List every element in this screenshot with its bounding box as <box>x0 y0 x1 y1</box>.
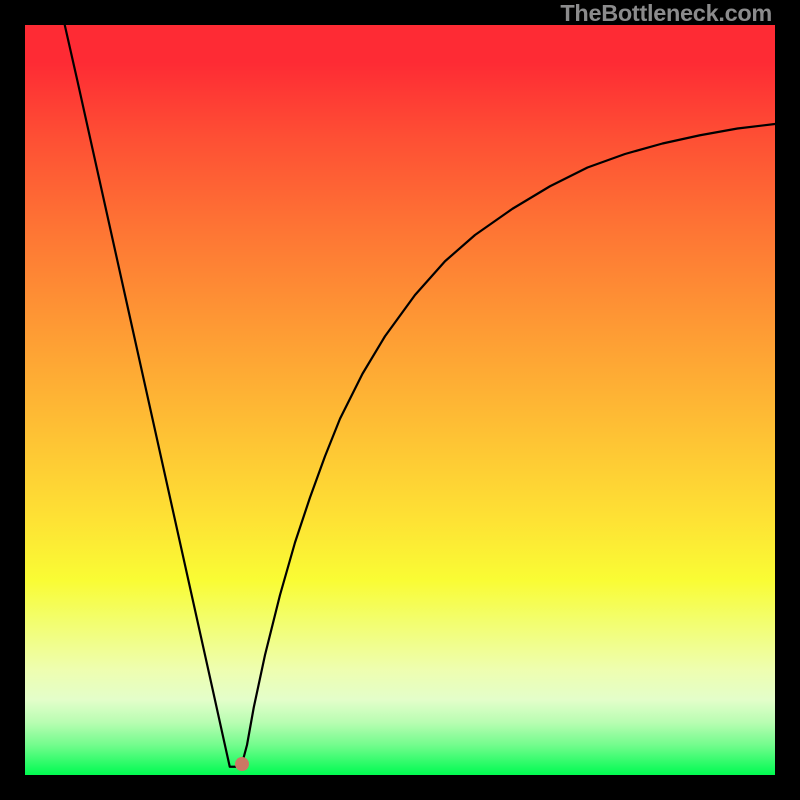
optimum-marker <box>235 757 249 771</box>
chart-plot-area <box>25 25 775 775</box>
bottleneck-curve <box>25 25 775 775</box>
watermark-text: TheBottleneck.com <box>560 0 772 27</box>
